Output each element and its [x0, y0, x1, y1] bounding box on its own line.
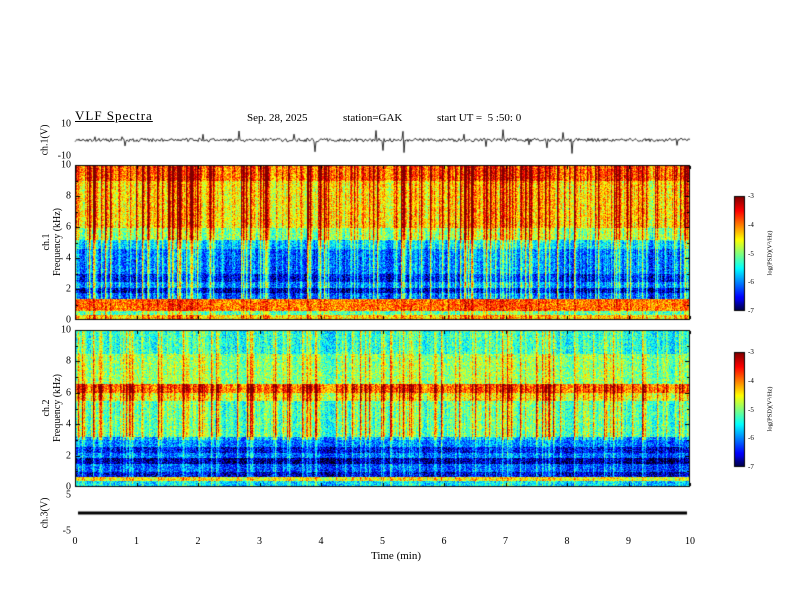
- xtick-label: 4: [318, 536, 324, 547]
- ytick-label: 8: [66, 190, 71, 202]
- ch2-frequency-label: Frequency (kHz): [52, 373, 63, 443]
- ch3-voltage-axis-label: ch.3(V): [39, 497, 51, 529]
- cbtick-label: -3: [748, 192, 754, 200]
- ytick-label: 6: [66, 387, 71, 399]
- xtick-label: 8: [564, 536, 570, 547]
- plot-title: VLF Spectra: [75, 108, 153, 123]
- colorbar1-unit-label: log(PSD)(V²/Hz): [766, 230, 774, 276]
- xtick-label: 6: [441, 536, 447, 547]
- ytick-label: -5: [62, 525, 71, 537]
- ytick-label: 10: [61, 324, 71, 336]
- ch2-frequency-axis-label: ch.2 Frequency (kHz): [41, 374, 63, 442]
- header-station: station=GAK: [343, 112, 403, 124]
- cbtick-label: -7: [748, 463, 754, 471]
- xtick-label: 0: [72, 536, 78, 547]
- cbtick-label: -4: [748, 376, 754, 385]
- ytick-label: 10: [61, 118, 71, 130]
- cbtick-label: -5: [748, 405, 754, 414]
- ch1-channel-label: ch.1: [41, 233, 52, 251]
- xtick-label: 9: [626, 536, 631, 547]
- ch1-frequency-label: Frequency (kHz): [52, 207, 63, 277]
- cbtick-label: -6: [748, 278, 754, 287]
- cbtick-label: -7: [748, 307, 754, 315]
- ytick-label: 2: [66, 450, 71, 462]
- xtick-label: 1: [134, 536, 139, 547]
- ytick-label: 4: [66, 418, 71, 430]
- xtick-label: 10: [685, 536, 695, 547]
- header-start-ut: start UT = 5 :50: 0: [437, 112, 522, 124]
- ch2-channel-label: ch.2: [41, 399, 52, 417]
- ch1-voltage-axis-label: ch.1(V): [39, 124, 51, 156]
- ytick-label: 4: [66, 252, 71, 264]
- ytick-label: 6: [66, 221, 71, 233]
- header-date: Sep. 28, 2025: [247, 112, 308, 124]
- ytick-label: 8: [66, 355, 71, 367]
- cbtick-label: -5: [748, 249, 754, 258]
- x-axis-label: Time (min): [370, 550, 422, 562]
- ytick-label: 10: [61, 159, 71, 171]
- xtick-label: 2: [195, 536, 201, 547]
- spectrogram-plot-canvas: [0, 0, 792, 612]
- xtick-label: 7: [503, 536, 508, 547]
- xtick-label: 5: [380, 536, 385, 547]
- ytick-label: 5: [66, 489, 71, 501]
- ytick-label: 2: [66, 283, 71, 295]
- xtick-label: 3: [257, 536, 262, 547]
- cbtick-label: -3: [748, 348, 754, 356]
- ch1-frequency-axis-label: ch.1 Frequency (kHz): [41, 208, 63, 276]
- vlf-spectra-figure: VLF Spectra Sep. 28, 2025 station=GAK st…: [0, 0, 792, 612]
- cbtick-label: -4: [748, 220, 754, 229]
- cbtick-label: -6: [748, 434, 754, 443]
- colorbar2-unit-label: log(PSD)(V²/Hz): [766, 386, 774, 432]
